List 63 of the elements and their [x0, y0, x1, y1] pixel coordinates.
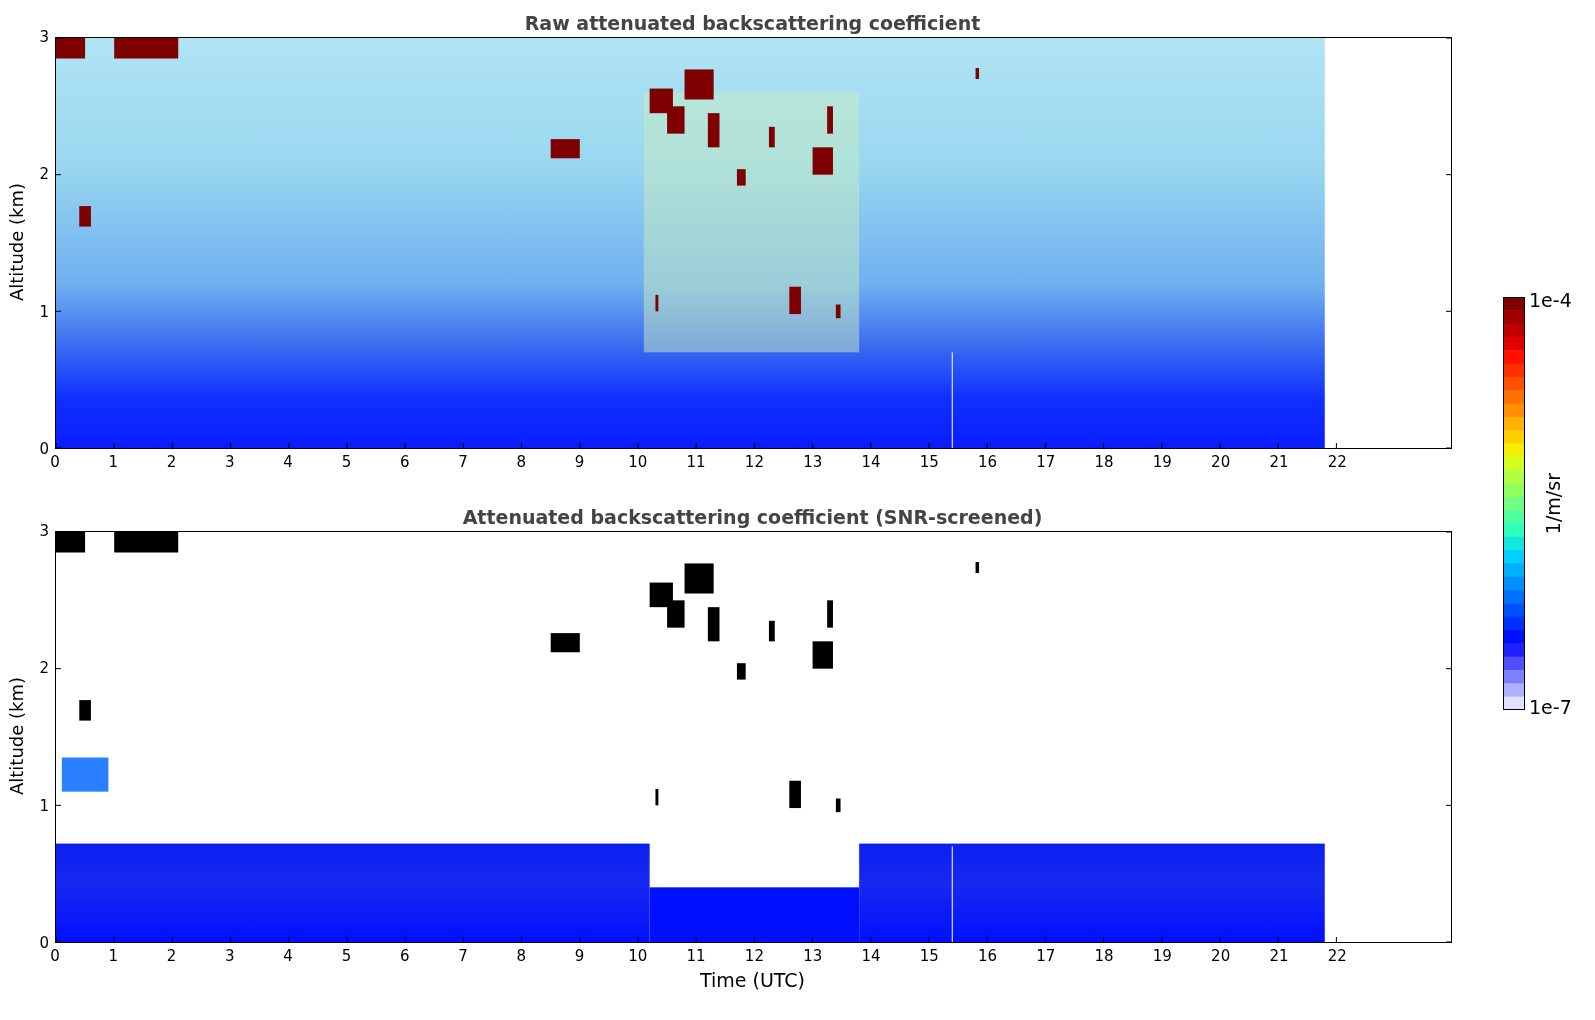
- x-tick-label: 2: [166, 949, 177, 964]
- y-tick-label: 2: [39, 166, 49, 182]
- x-tick-label: 7: [458, 949, 468, 964]
- x-tick-label: 13: [803, 455, 823, 470]
- y-axis-label: Altitude (km): [4, 675, 28, 798]
- x-tick-label: 7: [458, 455, 468, 470]
- x-tick-label: 16: [978, 455, 998, 470]
- y-axis-label: Altitude (km): [4, 181, 28, 304]
- x-tick-label: 9: [574, 949, 585, 964]
- x-tick-label: 6: [399, 455, 410, 470]
- x-tick-label: 4: [283, 949, 293, 964]
- x-tick-label: 1: [108, 455, 119, 470]
- x-tick-label: 20: [1211, 455, 1231, 470]
- x-tick-label: 12: [744, 455, 764, 470]
- x-tick-label: 15: [919, 455, 939, 470]
- x-tick-label: 19: [1152, 949, 1172, 964]
- x-tick-label: 12: [744, 949, 764, 964]
- x-tick-label: 10: [628, 949, 648, 964]
- x-tick-label: 18: [1094, 455, 1114, 470]
- x-tick-label: 3: [225, 949, 235, 964]
- colorbar-max-label: 1e-4: [1529, 289, 1572, 311]
- x-tick-label: 5: [341, 949, 352, 964]
- x-tick-label: 3: [225, 455, 235, 470]
- x-tick-label: 5: [341, 455, 352, 470]
- y-tick-label: 3: [39, 29, 49, 45]
- y-tick-label: 0: [39, 441, 49, 457]
- x-axis-label: Time (UTC): [699, 969, 806, 991]
- x-tick-label: 8: [516, 949, 527, 964]
- colorbar-unit-label: 1/m/sr: [1541, 472, 1564, 535]
- x-tick-label: 14: [861, 949, 881, 964]
- x-tick-label: 1: [108, 949, 119, 964]
- x-tick-label: 19: [1152, 455, 1172, 470]
- x-tick-label: 9: [574, 455, 585, 470]
- x-tick-label: 6: [399, 949, 410, 964]
- colorbar-min-label: 1e-7: [1529, 696, 1572, 718]
- x-tick-label: 11: [686, 455, 706, 470]
- y-tick-label: 1: [39, 304, 49, 320]
- x-tick-label: 17: [1036, 455, 1056, 470]
- aerosol-patch: [61, 757, 109, 792]
- x-tick-label: 14: [861, 455, 881, 470]
- x-tick-label: 11: [686, 949, 706, 964]
- x-tick-label: 20: [1211, 949, 1231, 964]
- x-tick-label: 0: [50, 455, 60, 470]
- plot-title: Attenuated backscattering coefficient (SNR-screened): [461, 505, 1044, 530]
- y-tick-label: 0: [39, 935, 49, 951]
- x-tick-label: 22: [1327, 455, 1347, 470]
- x-tick-label: 21: [1269, 455, 1289, 470]
- x-tick-label: 8: [516, 455, 527, 470]
- x-tick-label: 17: [1036, 949, 1056, 964]
- x-tick-label: 18: [1094, 949, 1114, 964]
- x-tick-label: 13: [803, 949, 823, 964]
- y-tick-label: 2: [39, 660, 49, 676]
- x-tick-label: 22: [1327, 949, 1347, 964]
- x-tick-label: 2: [166, 455, 177, 470]
- x-tick-label: 10: [628, 455, 648, 470]
- x-tick-label: 16: [978, 949, 998, 964]
- x-tick-label: 0: [50, 949, 60, 964]
- y-tick-label: 1: [39, 798, 49, 814]
- x-tick-label: 21: [1269, 949, 1289, 964]
- plot-title: Raw attenuated backscattering coefficient: [523, 11, 982, 36]
- x-tick-label: 15: [919, 949, 939, 964]
- y-tick-label: 3: [39, 523, 49, 539]
- x-tick-label: 4: [283, 455, 293, 470]
